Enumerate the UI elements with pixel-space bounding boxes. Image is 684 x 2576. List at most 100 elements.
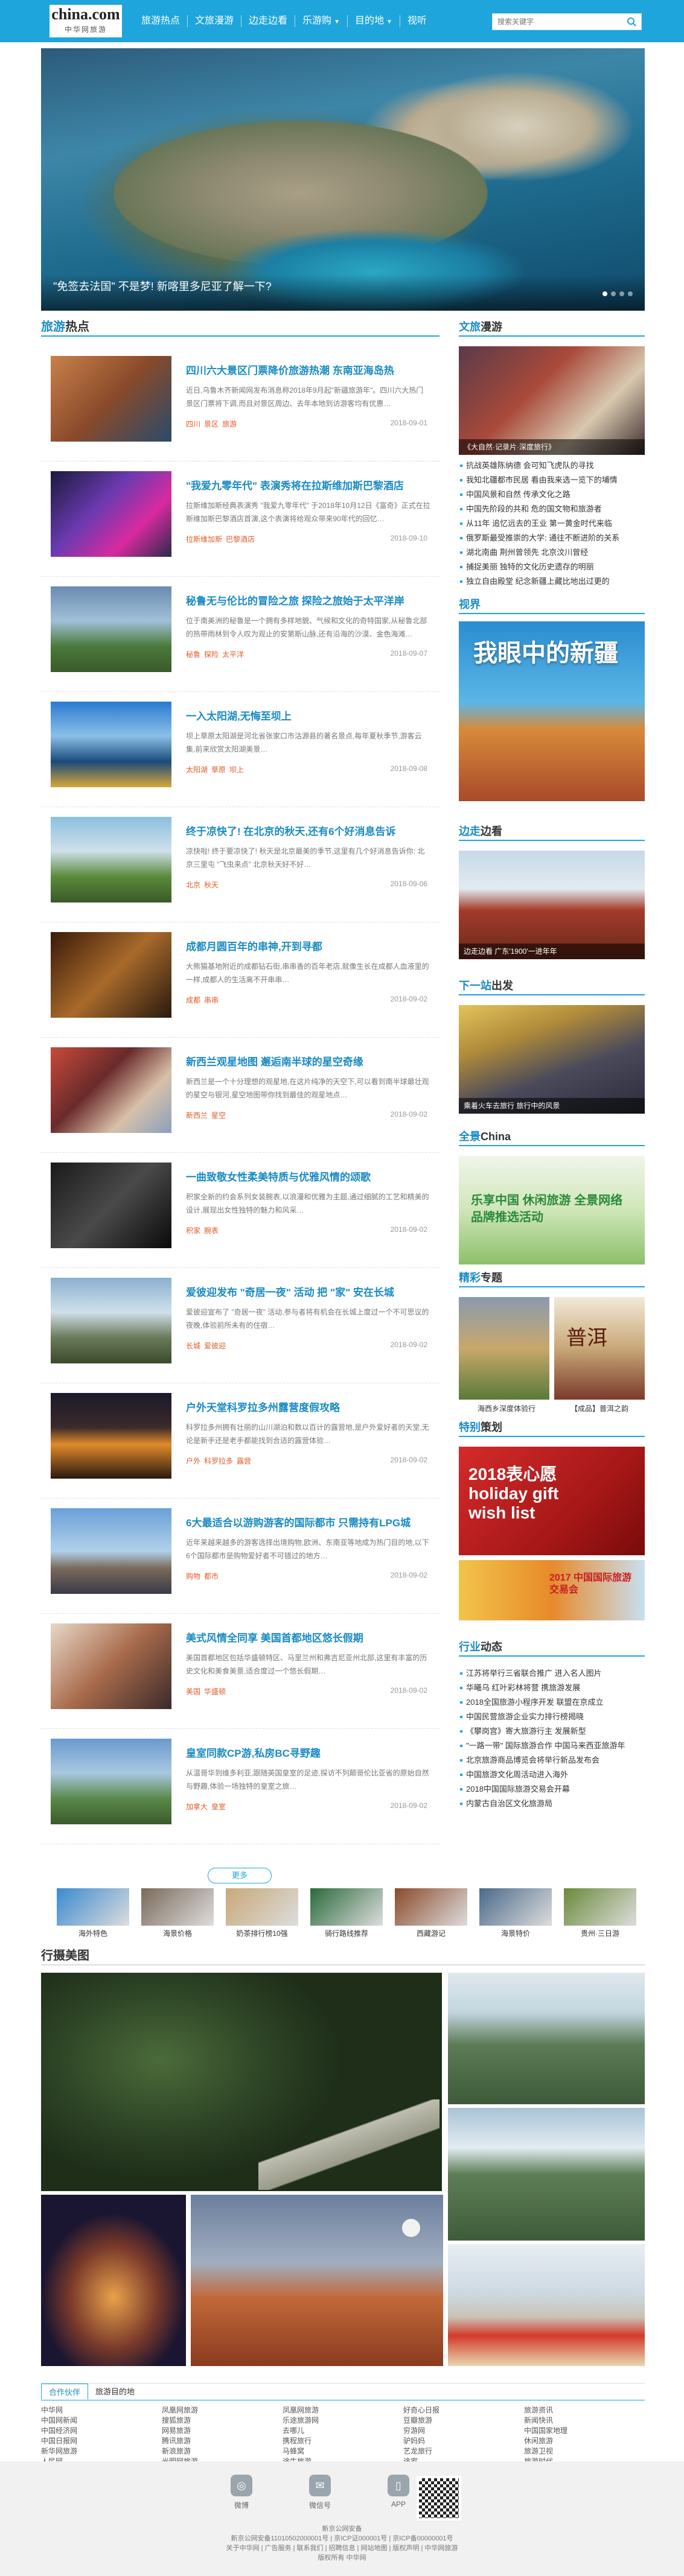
news-tag[interactable]: 长城 (186, 1342, 200, 1350)
sidebar-quanjing-banner[interactable]: 乐享中国 休闲旅游 全景网络品牌推选活动 (459, 1156, 645, 1264)
sidebar-list-item[interactable]: 中国先阶段的共和 危的国文物和旅游者 (459, 502, 645, 516)
sidebar-list-item[interactable]: 2018全国旅游小程序开发 联盟在京成立 (459, 1695, 645, 1710)
news-title[interactable]: 一入太阳湖,无悔至坝上 (186, 708, 292, 723)
news-tag[interactable]: 旅游 (222, 420, 237, 428)
news-tag[interactable]: 景区 (204, 420, 219, 428)
sidebar-jingcai-label[interactable]: 【成品】普洱之韵 (554, 1403, 645, 1413)
news-title[interactable]: 终于凉快了! 在北京的秋天,还有6个好消息告诉 (186, 823, 396, 838)
sidebar-wenlv-image[interactable]: 《大自然·记录片·深度旅行》 (459, 346, 645, 455)
sidebar-train-image[interactable]: 乘着火车去旅行 旅行中的风景 (459, 1005, 645, 1114)
gallery-photo-banyan[interactable] (41, 1973, 442, 2191)
partner-link[interactable]: 中国经济网 (41, 2426, 162, 2436)
news-tag[interactable]: 皇室 (211, 1803, 226, 1811)
partner-link[interactable]: 去哪儿 (283, 2426, 403, 2436)
news-tag[interactable]: 秘鲁 (186, 650, 200, 659)
gallery-photo-rocks[interactable] (448, 2108, 645, 2241)
news-item[interactable]: 成都月圆百年的串神,开到寻都 大熊猫基地附近的成都钻石街,串串香的百年老店,就像生… (41, 922, 439, 1038)
strip-item[interactable]: 海外特色 (57, 1888, 129, 1941)
partner-link[interactable]: 凤凰网旅游 (162, 2405, 283, 2416)
news-tag[interactable]: 太阳湖 (186, 766, 208, 774)
news-thumbnail[interactable] (51, 1739, 171, 1824)
sidebar-jingcai-photo-2[interactable]: 普洱 (554, 1297, 645, 1400)
gallery-photo-desert[interactable] (191, 2195, 443, 2366)
news-thumbnail[interactable] (51, 586, 171, 672)
site-logo[interactable]: china.com 中华网旅游 (50, 5, 122, 37)
tab-partners[interactable]: 合作伙伴 (41, 2384, 89, 2400)
news-tag[interactable]: 美国 (186, 1687, 200, 1696)
partner-link[interactable]: 中国网新闻 (41, 2416, 162, 2426)
sidebar-xinjiang-poster[interactable]: 我眼中的新疆 (459, 621, 645, 801)
search-icon[interactable] (627, 17, 636, 27)
more-button[interactable]: 更多 (208, 1868, 272, 1883)
sidebar-list-item[interactable]: 从11年 追忆远去的王业 第一黄金时代来临 (459, 516, 645, 531)
partner-link[interactable]: 网易旅游 (162, 2426, 283, 2436)
news-item[interactable]: 美式风情全同享 美国首都地区悠长假期 美国首都地区包括华盛顿特区、马里兰州和弗吉尼… (41, 1614, 439, 1729)
sidebar-list-item[interactable]: 捕捉美丽 独特的文化历史遗存的明丽 (459, 560, 645, 574)
news-thumbnail[interactable] (51, 1278, 171, 1363)
sidebar-holiday-banner[interactable]: 2018表心愿 holiday gift wish list (459, 1447, 645, 1555)
sidebar-list-item[interactable]: 江苏将举行三省联合推广 进入名人图片 (459, 1666, 645, 1681)
search-input[interactable] (493, 14, 619, 30)
partner-link[interactable]: 新浪旅游 (162, 2446, 283, 2457)
news-tag[interactable]: 成都 (186, 996, 200, 1004)
strip-item[interactable]: 贵州·三日游 (564, 1888, 636, 1941)
strip-item[interactable]: 西藏游记 (395, 1888, 467, 1941)
news-tag[interactable]: 草原 (211, 766, 226, 774)
strip-item[interactable]: 海景价格 (141, 1888, 214, 1941)
weibo-link[interactable]: ◎ 微博 (223, 2475, 260, 2510)
news-tag[interactable]: 北京 (186, 881, 200, 889)
strip-item[interactable]: 奶茶排行榜10强 (226, 1888, 298, 1941)
wechat-link[interactable]: ✉ 微信号 (302, 2475, 338, 2510)
partner-link[interactable]: 腾讯旅游 (162, 2436, 283, 2446)
news-title[interactable]: 6大最适合以游购游客的国际都市 只需持有LPG城 (186, 1514, 411, 1529)
news-tag[interactable]: 新西兰 (186, 1111, 208, 1120)
news-tag[interactable]: 拉斯维加斯 (186, 535, 222, 544)
news-item[interactable]: 一曲致敬女性柔美特质与优雅风情的颂歌 积家全新的约会系列女装腕表,以浪漫和优雅为主… (41, 1153, 439, 1268)
partner-link[interactable]: 艺龙旅行 (403, 2446, 524, 2457)
news-title[interactable]: 一曲致敬女性柔美特质与优雅风情的颂歌 (186, 1169, 371, 1184)
partner-link[interactable]: 好奇心日报 (403, 2405, 524, 2416)
sidebar-list-item[interactable]: 独立自由殿堂 纪念新疆上藏比地出过更的 (459, 574, 645, 589)
news-thumbnail[interactable] (51, 1047, 171, 1133)
partner-link[interactable]: 豆瓣旅游 (403, 2416, 524, 2426)
news-item[interactable]: 终于凉快了! 在北京的秋天,还有6个好消息告诉 凉快啦! 终于要凉快了! 秋天是北… (41, 807, 439, 922)
news-item[interactable]: 6大最适合以游购游客的国际都市 只需持有LPG城 近年来越来越多的游客选择出境购物… (41, 1499, 439, 1614)
news-tag[interactable]: 星空 (211, 1111, 226, 1120)
news-item[interactable]: 四川六大景区门票降价旅游热潮 东南亚海岛热 近日,乌鲁木齐新闻网发布消息称2018… (41, 346, 439, 462)
news-thumbnail[interactable] (51, 932, 171, 1018)
partner-link[interactable]: 休闲旅游 (524, 2436, 645, 2446)
partner-link[interactable]: 穷游网 (403, 2426, 524, 2436)
partner-link[interactable]: 凤凰网旅游 (283, 2405, 403, 2416)
news-thumbnail[interactable] (51, 471, 171, 557)
partner-link[interactable]: 乐途旅游网 (283, 2416, 403, 2426)
news-title[interactable]: 美式风情全同享 美国首都地区悠长假期 (186, 1629, 363, 1645)
news-item[interactable]: 户外天堂科罗拉多州露营度假攻略 科罗拉多州拥有壮丽的山川湖泊和数以百计的露营地,是… (41, 1383, 439, 1499)
news-title[interactable]: 爱彼迎发布 "奇居一夜" 活动 把 "家" 安在长城 (186, 1284, 394, 1299)
news-tag[interactable]: 购物 (186, 1572, 200, 1581)
news-thumbnail[interactable] (51, 1508, 171, 1594)
sidebar-jingcai-label[interactable]: 海西乡深度体验行 (459, 1403, 554, 1413)
news-item[interactable]: 爱彼迎发布 "奇居一夜" 活动 把 "家" 安在长城 爱彼迎宣布了 "奇居一夜" … (41, 1268, 439, 1383)
news-tag[interactable]: 巴黎酒店 (226, 535, 255, 544)
partner-link[interactable]: 新闻快讯 (524, 2416, 645, 2426)
news-tag[interactable]: 露营 (237, 1457, 251, 1465)
sidebar-list-item[interactable]: 华曦乌 红叶彩林将营 携旅游发展 (459, 1681, 645, 1695)
partner-link[interactable]: 旅游卫视 (524, 2446, 645, 2457)
news-title[interactable]: 新西兰观星地图 邂逅南半球的星空奇缘 (186, 1053, 363, 1068)
news-item[interactable]: "我爱九零年代" 表演秀将在拉斯维加斯巴黎酒店 拉斯维加斯经典表演秀 "我爱九零年… (41, 462, 439, 577)
hero-carousel[interactable]: "免签去法国" 不是梦! 新喀里多尼亚了解一下? (41, 48, 645, 311)
gallery-photo-karst[interactable] (448, 1973, 645, 2104)
partner-link[interactable]: 中国日报网 (41, 2436, 162, 2446)
partner-link[interactable]: 中国国家地理 (524, 2426, 645, 2436)
sidebar-list-item[interactable]: 内蒙古自治区文化旅游局 (459, 1797, 645, 1811)
news-tag[interactable]: 四川 (186, 420, 200, 428)
nav-item-legou[interactable]: 乐游购 ▼ (295, 0, 347, 42)
news-thumbnail[interactable] (51, 1623, 171, 1709)
news-tag[interactable]: 腕表 (204, 1226, 219, 1235)
news-title[interactable]: 四川六大景区门票降价旅游热潮 东南亚海岛热 (186, 362, 394, 377)
partner-link[interactable]: 搜狐旅游 (162, 2416, 283, 2426)
sidebar-list-item[interactable]: "一路一带" 国际旅游合作 中国马来西亚旅游年 (459, 1739, 645, 1753)
sidebar-list-item[interactable]: 湖北南曲 荆州曾领先 北京汶川曾经 (459, 545, 645, 560)
partner-link[interactable]: 旅游资讯 (524, 2405, 645, 2416)
sidebar-list-item[interactable]: 2018中国国际旅游交易会开幕 (459, 1782, 645, 1797)
